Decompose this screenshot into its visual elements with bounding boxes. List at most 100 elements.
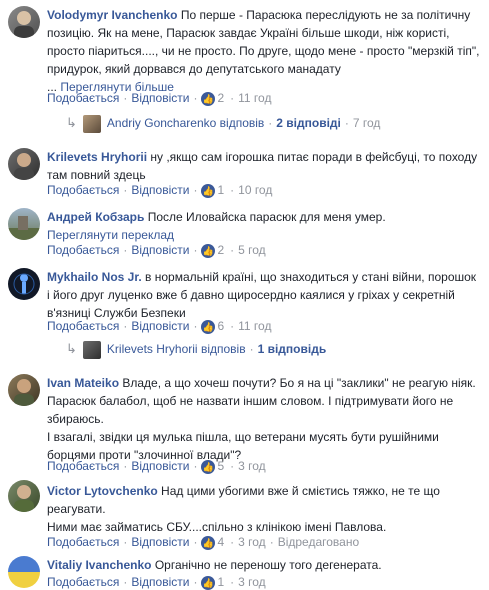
comment-author[interactable]: Ivan Mateiko	[47, 376, 119, 390]
separator: ·	[193, 535, 198, 549]
reaction-count[interactable]: 6	[217, 319, 224, 333]
separator: ·	[193, 243, 198, 257]
timestamp[interactable]: 7 год	[353, 116, 381, 130]
reply-link[interactable]: Відповісти	[131, 183, 189, 197]
separator: ·	[123, 91, 128, 105]
reply-author[interactable]: Krilevets Hryhorii	[107, 342, 198, 356]
reaction-count[interactable]: 1	[217, 575, 224, 589]
separator: ·	[123, 243, 128, 257]
timestamp[interactable]: 3 год	[238, 535, 266, 549]
separator: ·	[269, 535, 274, 549]
edited-label[interactable]: Відредаговано	[278, 535, 359, 549]
thumbs-up-icon[interactable]: 👍	[201, 243, 216, 258]
separator: ·	[123, 459, 128, 473]
comment-author[interactable]: Volodymyr Ivanchenko	[47, 8, 177, 22]
avatar[interactable]	[8, 374, 40, 406]
separator: ·	[230, 243, 235, 257]
timestamp[interactable]: 10 год	[238, 183, 272, 197]
separator: ·	[123, 183, 128, 197]
comment-text: После Иловайска парасюк для меня умер.	[147, 210, 386, 224]
reply-verb: відповів	[200, 342, 246, 356]
avatar	[82, 340, 101, 359]
comment-actions: Подобається · Відповісти · 👍 2 · 5 год	[47, 242, 266, 258]
like-link[interactable]: Подобається	[47, 535, 119, 549]
separator: ·	[344, 116, 349, 130]
reply-link[interactable]: Відповісти	[131, 535, 189, 549]
reply-count[interactable]: 1 відповідь	[258, 342, 327, 356]
like-link[interactable]: Подобається	[47, 459, 119, 473]
comment-body: Mykhailo Nos Jr. в нормальній країні, що…	[47, 268, 481, 322]
timestamp[interactable]: 11 год	[238, 319, 271, 333]
separator: ·	[193, 91, 198, 105]
comment-text: Органічно не переношу того дегенерата.	[154, 558, 382, 572]
reply-count[interactable]: 2 відповіді	[276, 116, 341, 130]
timestamp[interactable]: 3 год	[238, 459, 266, 473]
like-link[interactable]: Подобається	[47, 91, 119, 105]
avatar[interactable]	[8, 6, 40, 38]
comment-author[interactable]: Krilevets Hryhorii	[47, 150, 147, 164]
reply-summary[interactable]: ↳ Andriy Goncharenko відповів · 2 відповіді…	[66, 113, 380, 133]
separator: ·	[193, 459, 198, 473]
separator: ·	[230, 91, 235, 105]
timestamp[interactable]: 5 год	[238, 243, 266, 257]
comment-actions: Подобається · Відповісти · 👍 4 · 3 год · Відредаг…	[47, 534, 359, 550]
reply-link[interactable]: Відповісти	[131, 319, 189, 333]
timestamp[interactable]: 11 год	[238, 91, 271, 105]
reply-link[interactable]: Відповісти	[131, 575, 189, 589]
avatar[interactable]	[8, 556, 40, 588]
avatar[interactable]	[8, 208, 40, 240]
separator: ·	[193, 575, 198, 589]
thumbs-up-icon[interactable]: 👍	[201, 91, 216, 106]
reply-link[interactable]: Відповісти	[131, 91, 189, 105]
reaction-count[interactable]: 1	[217, 183, 224, 197]
avatar[interactable]	[8, 480, 40, 512]
reaction-count[interactable]: 2	[217, 91, 224, 105]
comment-author[interactable]: Андрей Кобзарь	[47, 210, 144, 224]
avatar[interactable]	[8, 148, 40, 180]
see-translation-link[interactable]: Переглянути переклад	[47, 228, 174, 242]
comment-author[interactable]: Mykhailo Nos Jr.	[47, 270, 142, 284]
reply-link[interactable]: Відповісти	[131, 459, 189, 473]
separator: ·	[193, 319, 198, 333]
reply-summary[interactable]: ↳ Krilevets Hryhorii відповів · 1 відповідь	[66, 339, 326, 359]
like-link[interactable]: Подобається	[47, 575, 119, 589]
separator: ·	[230, 575, 235, 589]
reply-arrow-icon: ↳	[66, 115, 77, 130]
thumbs-up-icon[interactable]: 👍	[201, 575, 216, 590]
thumbs-up-icon[interactable]: 👍	[201, 319, 216, 334]
reaction-count[interactable]: 2	[217, 243, 224, 257]
comment-author[interactable]: Vitaliy Ivanchenko	[47, 558, 152, 572]
separator: ·	[249, 342, 254, 356]
comment-body: Ivan Mateiko Владе, а що хочеш почути? Б…	[47, 374, 481, 464]
comment-body: Krilevets Hryhorii ну ,якщо сам ігорошка…	[47, 148, 481, 184]
reply-verb: відповів	[219, 116, 265, 130]
like-link[interactable]: Подобається	[47, 319, 119, 333]
separator: ·	[123, 575, 128, 589]
reaction-count[interactable]: 4	[217, 535, 224, 549]
separator: ·	[268, 116, 273, 130]
avatar[interactable]	[8, 268, 40, 300]
reaction-count[interactable]: 5	[217, 459, 224, 473]
separator: ·	[123, 319, 128, 333]
comment-actions: Подобається · Відповісти · 👍 2 · 11 год	[47, 90, 271, 106]
reply-link[interactable]: Відповісти	[131, 243, 189, 257]
separator: ·	[230, 459, 235, 473]
comment-body: Андрей Кобзарь После Иловайска парасюк д…	[47, 208, 481, 244]
comment-actions: Подобається · Відповісти · 👍 6 · 11 год	[47, 318, 271, 334]
avatar	[82, 114, 101, 133]
thumbs-up-icon[interactable]: 👍	[201, 535, 216, 550]
comment-actions: Подобається · Відповісти · 👍 5 · 3 год	[47, 458, 266, 474]
comment-author[interactable]: Victor Lytovchenko	[47, 484, 158, 498]
reply-author[interactable]: Andriy Goncharenko	[107, 116, 216, 130]
thumbs-up-icon[interactable]: 👍	[201, 183, 216, 198]
comment-actions: Подобається · Відповісти · 👍 1 · 10 год	[47, 182, 272, 198]
like-link[interactable]: Подобається	[47, 243, 119, 257]
comment-body: Victor Lytovchenko Над цими убогими вже …	[47, 482, 481, 536]
comment-actions: Подобається · Відповісти · 👍 1 · 3 год	[47, 574, 266, 590]
separator: ·	[193, 183, 198, 197]
thumbs-up-icon[interactable]: 👍	[201, 459, 216, 474]
timestamp[interactable]: 3 год	[238, 575, 266, 589]
separator: ·	[230, 535, 235, 549]
like-link[interactable]: Подобається	[47, 183, 119, 197]
reply-arrow-icon: ↳	[66, 341, 77, 356]
